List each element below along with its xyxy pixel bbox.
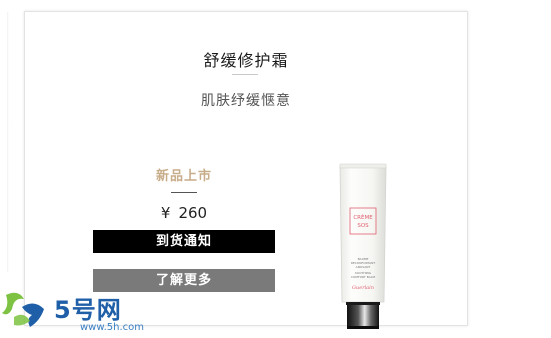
price-divider — [171, 192, 197, 193]
price: ¥260 — [93, 204, 275, 222]
new-arrival-badge: 新品上市 — [155, 169, 212, 184]
title-divider — [232, 74, 258, 75]
adjacent-card-shadow — [7, 12, 9, 272]
stock-notify-button[interactable]: 到货通知 — [93, 230, 275, 253]
product-subtitle: 肌肤纾缓惬意 — [201, 93, 291, 109]
tube-signature: Guerlain — [352, 285, 374, 291]
watermark-brand: 5号网 — [54, 296, 122, 324]
product-title: 舒缓修护霜 — [203, 51, 289, 70]
tube-brand-line1: CRÈME — [353, 213, 373, 221]
tube-brand-line2: SOS — [357, 223, 369, 229]
currency-symbol: ¥ — [160, 204, 171, 222]
price-value: 260 — [178, 204, 208, 222]
tube-desc-line: COMFORT BALM — [351, 275, 376, 279]
product-card[interactable]: 舒缓修护霜 肌肤纾缓惬意 新品上市 ¥260 到货通知 了解更多 CRÈME S… — [24, 11, 468, 329]
product-tube-image: CRÈME SOS BAUME RECONFORTANT APAISANT SO… — [339, 163, 387, 329]
watermark-url: www.5h.com — [80, 322, 145, 333]
tube-desc-line: APAISANT — [356, 265, 371, 269]
